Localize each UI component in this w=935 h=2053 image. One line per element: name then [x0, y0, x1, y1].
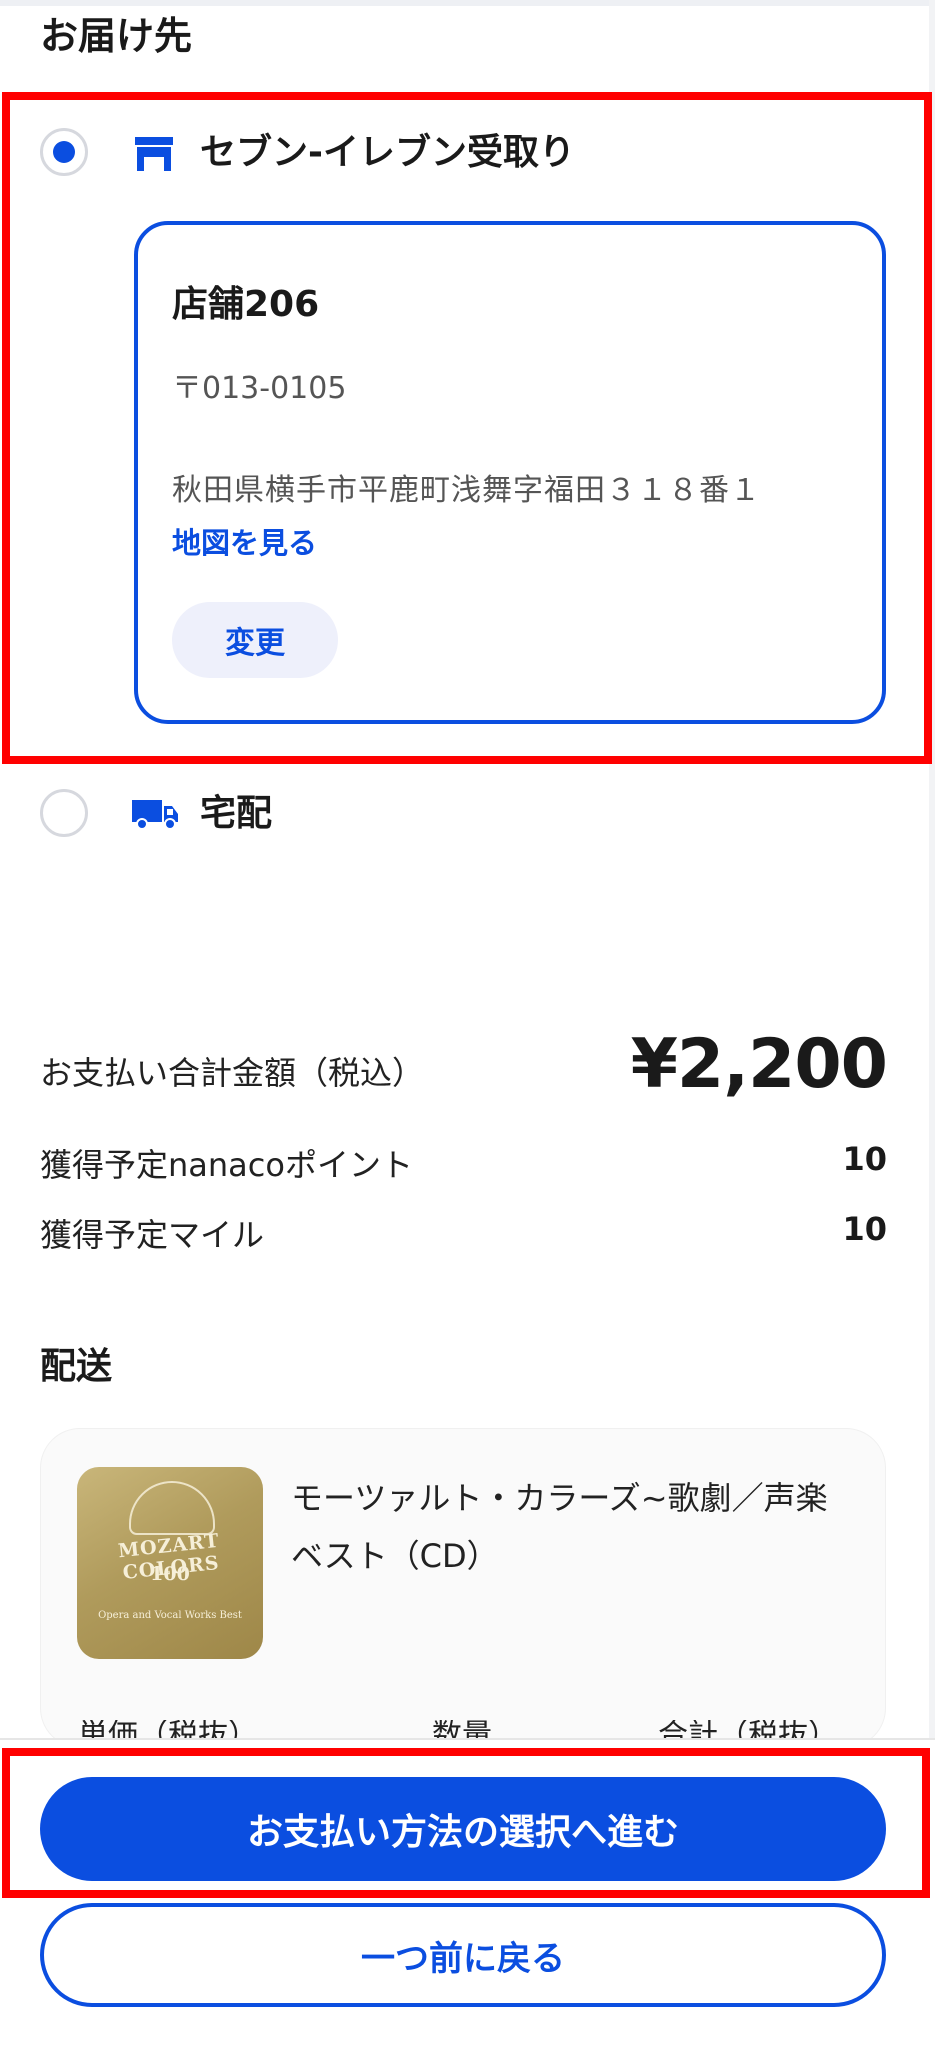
column-quantity: 数量 [432, 1720, 492, 1740]
truck-icon [130, 796, 180, 832]
radio-home-delivery[interactable] [40, 789, 88, 837]
thumbnail-subtitle: Opera and Vocal Works Best [98, 1610, 242, 1621]
miles-label: 獲得予定マイル [40, 1216, 265, 1254]
delivery-section-title: 配送 [40, 1346, 113, 1387]
page-title: お届け先 [40, 14, 193, 58]
store-name: 店舗206 [172, 284, 320, 325]
item-table-header: 単価（税抜） 数量 合計（税抜） [40, 1720, 886, 1740]
total-label: お支払い合計金額（税込） [40, 1054, 425, 1092]
top-divider [0, 0, 935, 6]
product-card: MOZART COLORS 100 Opera and Vocal Works … [40, 1428, 886, 1748]
option-label-seven-eleven[interactable]: セブン-イレブン受取り [200, 128, 575, 178]
total-amount: ¥2,200 [630, 1025, 888, 1104]
thumbnail-ornament [129, 1481, 215, 1535]
thumbnail-number: 100 [150, 1563, 190, 1585]
proceed-to-payment-button[interactable]: お支払い方法の選択へ進む [40, 1777, 886, 1881]
radio-seven-eleven[interactable] [40, 128, 88, 176]
store-card: 店舗206 〒013-0105 秋田県横手市平鹿町浅舞字福田３１８番１ 地図を見… [134, 221, 886, 724]
product-thumbnail: MOZART COLORS 100 Opera and Vocal Works … [77, 1467, 263, 1659]
view-map-link[interactable]: 地図を見る [172, 520, 317, 562]
column-unit-price: 単価（税抜） [78, 1720, 258, 1740]
column-subtotal: 合計（税抜） [658, 1720, 838, 1740]
option-label-home-delivery[interactable]: 宅配 [200, 789, 272, 839]
miles-value: 10 [842, 1210, 887, 1248]
product-name: モーツァルト・カラーズ~歌劇／声楽ベスト（CD） [291, 1479, 828, 1575]
change-store-button[interactable]: 変更 [172, 602, 338, 678]
points-value: 10 [842, 1140, 887, 1178]
store-zip: 〒013-0105 [172, 371, 347, 406]
store-address: 秋田県横手市平鹿町浅舞字福田３１８番１ [172, 473, 761, 508]
back-button[interactable]: 一つ前に戻る [40, 1903, 886, 2007]
points-label: 獲得予定nanacoポイント [40, 1146, 413, 1184]
store-icon [132, 134, 176, 174]
